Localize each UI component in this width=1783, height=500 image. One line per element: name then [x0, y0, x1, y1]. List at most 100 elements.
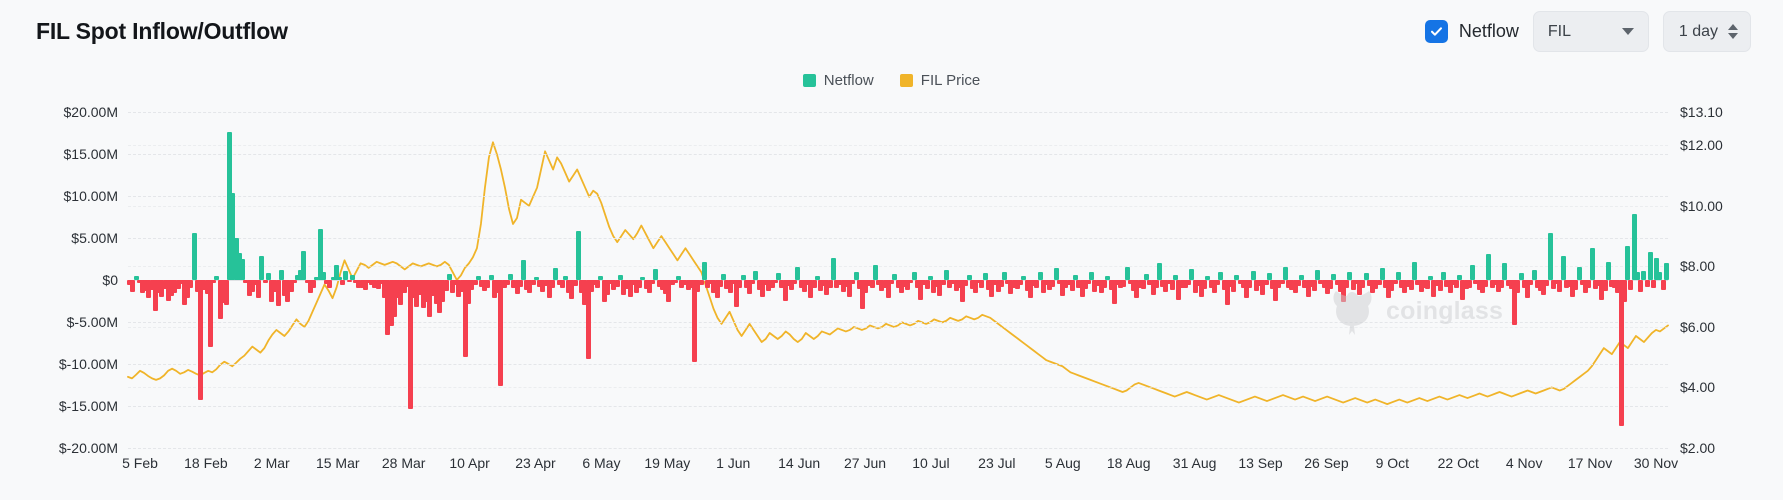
netflow-bar[interactable]	[1102, 280, 1108, 288]
netflow-bar[interactable]	[1347, 271, 1353, 280]
netflow-bar[interactable]	[256, 280, 262, 299]
netflow-bar[interactable]	[504, 280, 510, 286]
netflow-bar[interactable]	[498, 280, 504, 386]
netflow-toggle[interactable]: Netflow	[1424, 20, 1519, 43]
netflow-bar[interactable]	[1605, 261, 1611, 280]
netflow-bar[interactable]	[772, 280, 778, 284]
netflow-bar[interactable]	[1486, 253, 1492, 280]
netflow-bar[interactable]	[1392, 280, 1398, 285]
netflow-bar[interactable]	[1311, 280, 1317, 291]
netflow-bar[interactable]	[278, 269, 284, 280]
netflow-bar[interactable]	[1121, 280, 1127, 287]
netflow-bar[interactable]	[872, 264, 878, 280]
netflow-bar[interactable]	[291, 280, 297, 284]
netflow-bar[interactable]	[207, 280, 213, 348]
netflow-bar[interactable]	[998, 280, 1004, 287]
netflow-bar[interactable]	[963, 280, 969, 286]
netflow-bar[interactable]	[940, 280, 946, 286]
netflow-bar[interactable]	[982, 273, 988, 280]
netflow-bar[interactable]	[191, 232, 197, 280]
asset-select[interactable]: FIL	[1532, 11, 1649, 52]
netflow-checkbox[interactable]	[1424, 20, 1448, 43]
netflow-bar[interactable]	[198, 280, 204, 401]
netflow-bar[interactable]	[1618, 280, 1624, 427]
netflow-bar[interactable]	[1528, 280, 1534, 286]
netflow-bar[interactable]	[850, 280, 856, 285]
netflow-bar[interactable]	[559, 280, 565, 289]
netflow-bar[interactable]	[530, 280, 536, 286]
netflow-bar[interactable]	[1231, 280, 1237, 292]
netflow-bar[interactable]	[1279, 280, 1285, 285]
netflow-bar[interactable]	[1557, 280, 1563, 292]
netflow-bar[interactable]	[1602, 280, 1608, 291]
netflow-bar[interactable]	[275, 280, 281, 307]
netflow-bar[interactable]	[1650, 280, 1656, 289]
netflow-bar[interactable]	[1547, 232, 1553, 280]
netflow-bar[interactable]	[1018, 280, 1024, 286]
netflow-bar[interactable]	[553, 268, 559, 280]
netflow-bar[interactable]	[795, 266, 801, 280]
netflow-bar[interactable]	[259, 255, 265, 280]
netflow-bar[interactable]	[1266, 273, 1272, 280]
netflow-bar[interactable]	[1250, 270, 1256, 280]
period-stepper[interactable]: 1 day	[1662, 11, 1751, 52]
stepper-arrows-icon[interactable]	[1728, 24, 1738, 39]
netflow-bar[interactable]	[979, 280, 985, 288]
netflow-bar[interactable]	[520, 259, 526, 280]
netflow-bar[interactable]	[550, 280, 556, 289]
netflow-bar[interactable]	[1660, 280, 1666, 291]
netflow-bar[interactable]	[853, 272, 859, 280]
netflow-bar[interactable]	[1379, 268, 1385, 280]
legend-item-fil-price[interactable]: FIL Price	[899, 72, 980, 89]
netflow-bar[interactable]	[1502, 263, 1508, 280]
netflow-bar[interactable]	[830, 258, 836, 280]
netflow-bar[interactable]	[311, 280, 317, 289]
netflow-bar[interactable]	[1037, 272, 1043, 280]
netflow-bar[interactable]	[320, 271, 326, 280]
netflow-bar[interactable]	[1638, 280, 1644, 292]
netflow-bar[interactable]	[943, 269, 949, 280]
netflow-bar[interactable]	[1140, 280, 1146, 290]
netflow-bar[interactable]	[1089, 271, 1095, 280]
legend-item-netflow[interactable]: Netflow	[802, 72, 874, 89]
netflow-bar[interactable]	[889, 280, 895, 285]
netflow-bar[interactable]	[346, 280, 352, 282]
netflow-bar[interactable]	[265, 273, 271, 280]
netflow-bar[interactable]	[1363, 273, 1369, 280]
netflow-bar[interactable]	[188, 280, 194, 289]
netflow-bar[interactable]	[1202, 280, 1208, 290]
netflow-bar[interactable]	[1282, 267, 1288, 280]
netflow-bar[interactable]	[340, 280, 346, 286]
netflow-bar[interactable]	[327, 280, 333, 289]
netflow-bar[interactable]	[692, 280, 698, 363]
netflow-bar[interactable]	[717, 280, 723, 287]
netflow-bar[interactable]	[653, 269, 659, 280]
netflow-bar[interactable]	[1589, 248, 1595, 280]
netflow-bar[interactable]	[1395, 272, 1401, 280]
netflow-bar[interactable]	[1470, 264, 1476, 280]
netflow-bar[interactable]	[753, 270, 759, 280]
netflow-bar[interactable]	[750, 280, 756, 285]
netflow-bar[interactable]	[776, 273, 782, 280]
netflow-bar[interactable]	[1053, 268, 1059, 280]
netflow-bar[interactable]	[1263, 280, 1269, 286]
netflow-bar[interactable]	[223, 280, 229, 306]
netflow-bar[interactable]	[1002, 271, 1008, 280]
netflow-bar[interactable]	[1634, 272, 1640, 280]
netflow-bar[interactable]	[701, 261, 707, 280]
netflow-bar[interactable]	[595, 280, 601, 289]
netflow-bar[interactable]	[211, 280, 217, 283]
netflow-bar[interactable]	[1628, 280, 1634, 291]
netflow-bar[interactable]	[407, 280, 413, 410]
netflow-bar[interactable]	[1518, 273, 1524, 280]
netflow-bar[interactable]	[1515, 280, 1521, 293]
netflow-bar[interactable]	[811, 280, 817, 289]
netflow-bar[interactable]	[1586, 280, 1592, 288]
netflow-bar[interactable]	[792, 280, 798, 285]
netflow-bar[interactable]	[1576, 267, 1582, 280]
netflow-bar[interactable]	[1625, 246, 1631, 280]
netflow-bar[interactable]	[869, 280, 875, 289]
netflow-bar[interactable]	[585, 280, 591, 359]
netflow-bar[interactable]	[650, 280, 656, 285]
netflow-bar[interactable]	[737, 280, 743, 289]
